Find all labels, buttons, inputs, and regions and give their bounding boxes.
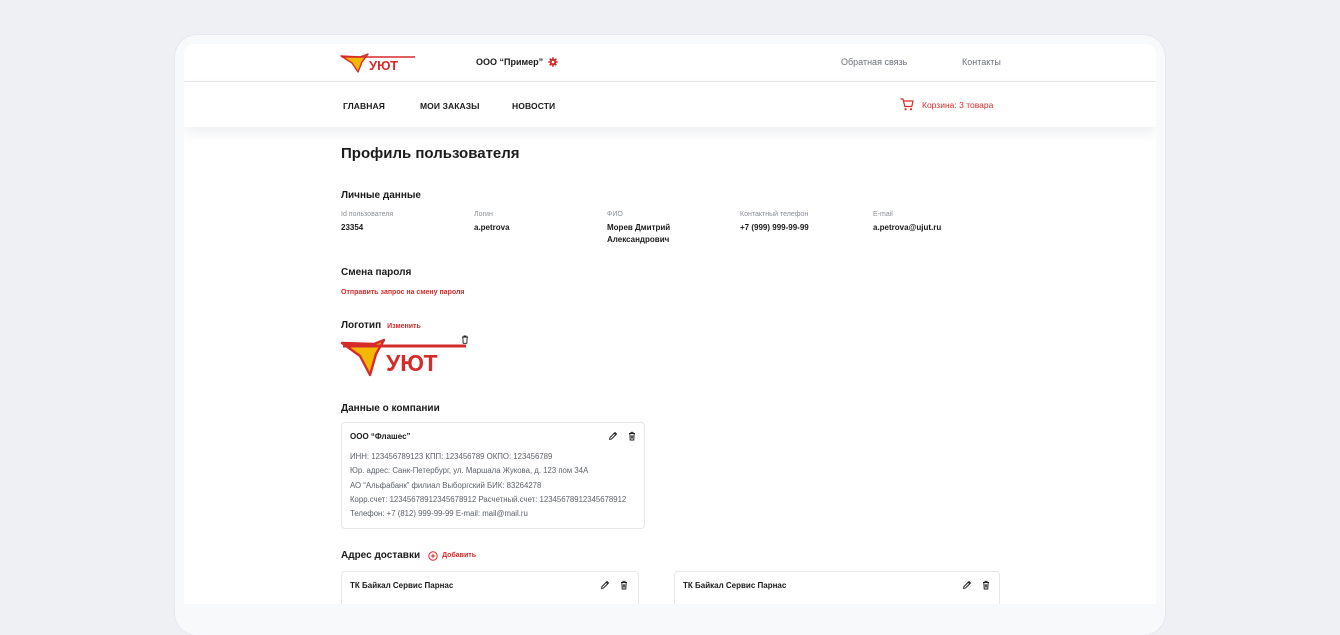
personal-data-heading: Личные данные	[341, 190, 421, 201]
contacts-link[interactable]: Контакты	[962, 57, 1001, 67]
field-label: Контактный телефон	[740, 211, 809, 218]
nav-item-home[interactable]: ГЛАВНАЯ	[343, 101, 385, 111]
cart-button[interactable]: Корзина: 3 товара	[900, 98, 993, 111]
field-label: Логин	[474, 211, 493, 218]
field-label: E-mail	[873, 211, 893, 218]
password-heading: Смена пароля	[341, 267, 412, 278]
card-actions	[600, 580, 629, 590]
company-data-heading: Данные о компании	[341, 403, 440, 414]
trash-icon[interactable]	[461, 335, 469, 344]
add-address-button[interactable]: Добавить	[428, 550, 476, 561]
delivery-card-title: ТК Байкал Сервис Парнас	[683, 581, 787, 590]
trash-icon[interactable]	[619, 580, 629, 590]
field-value: a.petrova@ujut.ru	[873, 223, 942, 232]
app-screen: УЮТ ООО “Пример” Обратная связь Контакты…	[184, 44, 1156, 604]
delivery-card: ТК Байкал Сервис Парнас	[341, 571, 639, 604]
phone-field: Контактный телефон +7 (999) 999-99-99	[740, 211, 860, 234]
company-detail-line: Телефон: +7 (812) 999-99-99 E-mail: mail…	[350, 509, 528, 519]
company-card: ООО “Флашес” ИНН: 123456789123 КПП: 1234…	[341, 422, 645, 529]
current-company[interactable]: ООО “Пример”	[476, 57, 558, 67]
logo-heading-row: Логотип Изменить	[341, 320, 421, 331]
card-actions	[608, 431, 637, 441]
email-field: E-mail a.petrova@ujut.ru	[873, 211, 993, 234]
delivery-card-title: ТК Байкал Сервис Парнас	[350, 581, 454, 590]
logo-heading: Логотип	[341, 320, 382, 331]
field-label: ФИО	[607, 211, 623, 218]
company-details: ИНН: 123456789123 КПП: 123456789 ОКПО: 1…	[350, 450, 626, 521]
trash-icon[interactable]	[627, 431, 637, 441]
trash-icon[interactable]	[981, 580, 991, 590]
feedback-link[interactable]: Обратная связь	[841, 57, 907, 67]
company-logo-image: УЮТ	[340, 338, 466, 377]
cart-label: Корзина: 3 товара	[922, 99, 994, 110]
logo-image-text: УЮТ	[386, 350, 438, 376]
field-value: a.petrova	[474, 223, 510, 232]
field-value: 23354	[341, 223, 364, 232]
brand-logo[interactable]: УЮТ	[340, 53, 416, 75]
delivery-heading: Адрес доставки	[341, 550, 421, 561]
gear-icon[interactable]	[548, 57, 558, 67]
company-card-title: ООО “Флашес”	[350, 432, 411, 441]
login-field: Логин a.petrova	[474, 211, 594, 234]
top-bar: УЮТ ООО “Пример” Обратная связь Контакты	[184, 44, 1156, 82]
company-detail-line: ИНН: 123456789123 КПП: 123456789 ОКПО: 1…	[350, 452, 553, 461]
full-name-field: ФИО Морев Дмитрий Александрович	[607, 211, 697, 246]
field-label: Id пользователя	[341, 211, 394, 218]
plus-circle-icon	[428, 550, 438, 561]
company-detail-line: АО “Альфабанк” филиал Выборгский БИК: 83…	[350, 480, 542, 490]
user-id-field: Id пользователя 23354	[341, 211, 461, 234]
page-title: Профиль пользователя	[341, 145, 520, 162]
edit-icon[interactable]	[608, 431, 618, 441]
company-detail-line: Юр. адрес: Санк-Петербург, ул. Маршала Ж…	[350, 466, 589, 476]
nav-item-orders[interactable]: МОИ ЗАКАЗЫ	[420, 101, 480, 111]
card-actions	[962, 580, 991, 590]
edit-icon[interactable]	[962, 580, 972, 590]
add-address-label: Добавить	[442, 552, 476, 559]
company-name: ООО “Пример”	[476, 57, 544, 67]
logo-change-link[interactable]: Изменить	[387, 323, 421, 330]
cart-icon	[900, 98, 914, 111]
company-detail-line: Корр.счет: 12345678912345678912 Расчетны…	[350, 494, 627, 504]
delivery-card: ТК Байкал Сервис Парнас	[674, 571, 1000, 604]
nav-item-news[interactable]: НОВОСТИ	[512, 101, 555, 111]
password-reset-link[interactable]: Отправить запрос на смену пароля	[341, 289, 464, 296]
logo-text: УЮТ	[369, 58, 398, 73]
field-value: Морев Дмитрий Александрович	[607, 223, 671, 244]
main-nav	[184, 82, 1156, 127]
field-value: +7 (999) 999-99-99	[740, 223, 809, 232]
edit-icon[interactable]	[600, 580, 610, 590]
delivery-heading-row: Адрес доставки Добавить	[341, 550, 476, 561]
